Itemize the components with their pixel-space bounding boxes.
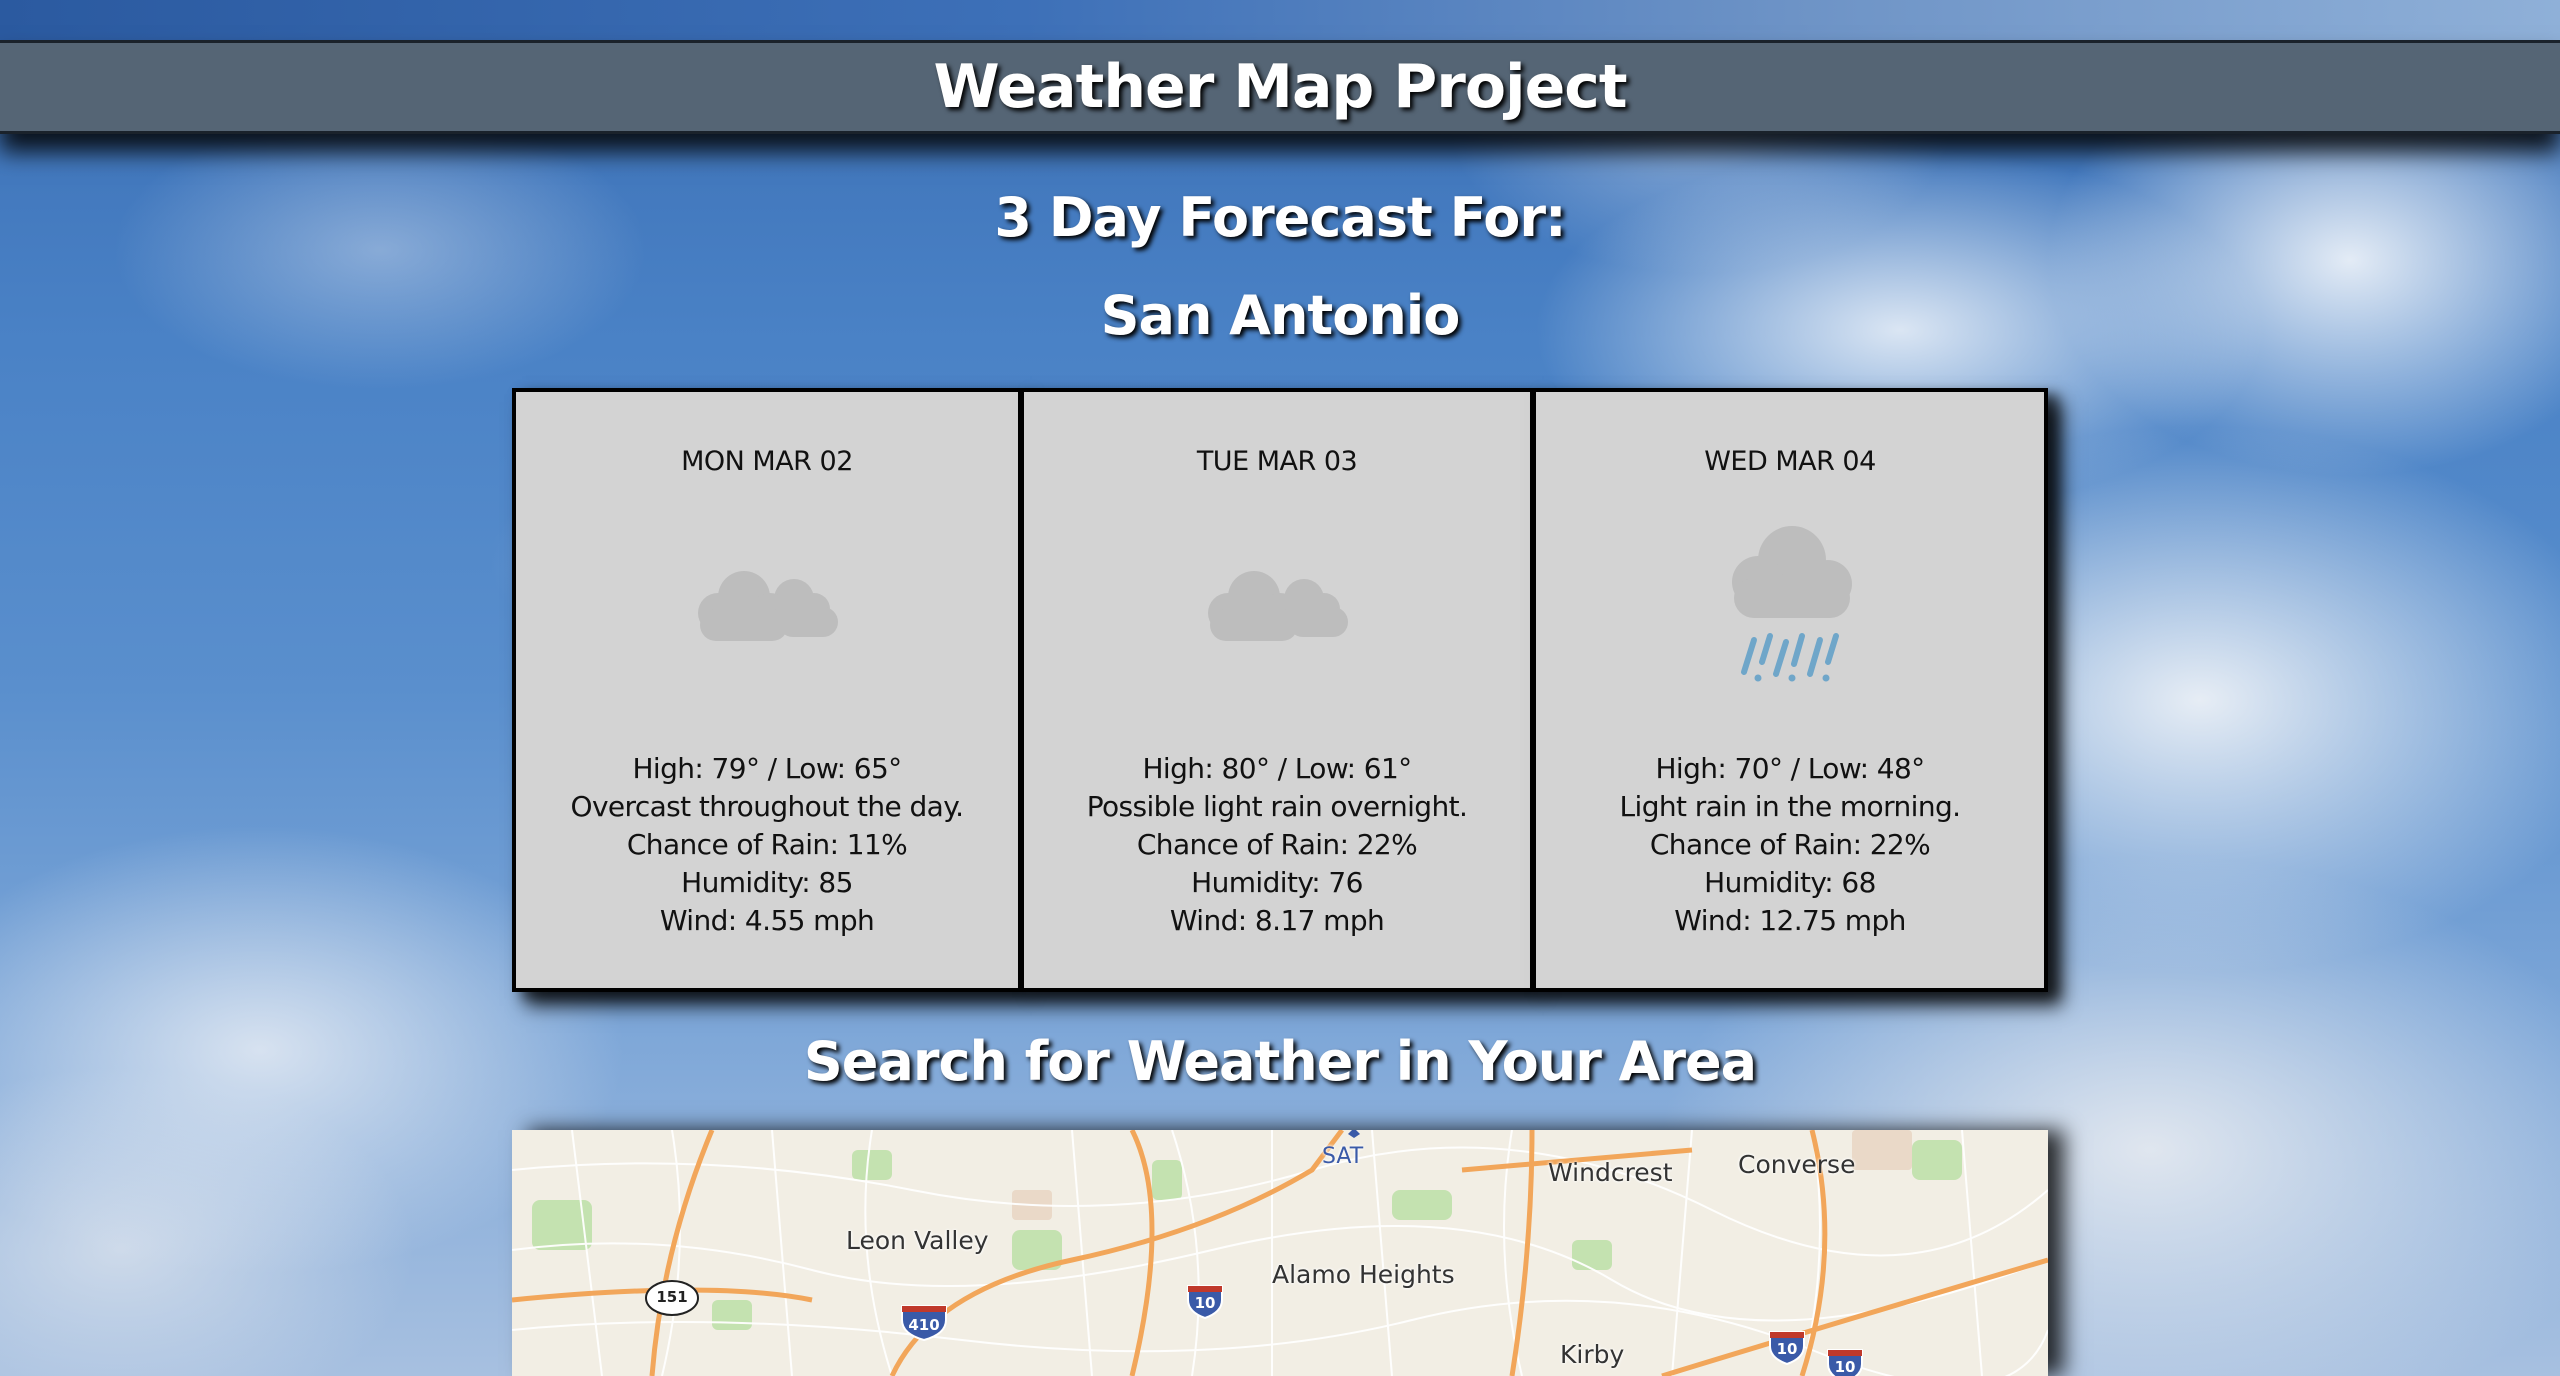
forecast-temps: High: 79° / Low: 65° [632, 752, 902, 785]
map-label-leon-valley: Leon Valley [846, 1226, 989, 1255]
weather-search-map[interactable]: SAT Windcrest Converse Leon Valley Alamo… [512, 1130, 2048, 1376]
forecast-wind: Wind: 8.17 mph [1169, 904, 1385, 937]
forecast-city: San Antonio [1100, 284, 1461, 347]
forecast-humidity: Humidity: 76 [1191, 866, 1363, 899]
interstate-shield-10: 10 [1194, 1294, 1216, 1312]
forecast-wind: Wind: 4.55 mph [659, 904, 875, 937]
site-header: Weather Map Project [0, 40, 2560, 134]
partly-cloudy-icon [516, 512, 1018, 692]
forecast-wind: Wind: 12.75 mph [1674, 904, 1906, 937]
map-label-sat: SAT [1322, 1144, 1364, 1169]
rain-cloud-icon [1536, 512, 2044, 692]
forecast-humidity: Humidity: 85 [681, 866, 853, 899]
forecast-summary: Possible light rain overnight. [1086, 790, 1468, 823]
forecast-rain-chance: Chance of Rain: 22% [1136, 828, 1418, 861]
forecast-rain-chance: Chance of Rain: 11% [626, 828, 908, 861]
site-title: Weather Map Project [933, 52, 1627, 122]
forecast-temps: High: 80° / Low: 61° [1142, 752, 1412, 785]
forecast-rain-chance: Chance of Rain: 22% [1649, 828, 1931, 861]
interstate-shield-10: 10 [1834, 1358, 1856, 1376]
map-label-alamo-heights: Alamo Heights [1272, 1260, 1455, 1289]
sky-background-strip [0, 0, 2560, 40]
forecast-heading: 3 Day Forecast For: [994, 186, 1566, 249]
forecast-humidity: Humidity: 68 [1704, 866, 1876, 899]
forecast-details: High: 70° / Low: 48° Light rain in the m… [1536, 750, 2044, 940]
search-heading: Search for Weather in Your Area [803, 1030, 1757, 1093]
map-label-converse: Converse [1738, 1150, 1856, 1179]
interstate-shield-410: 410 [908, 1316, 940, 1334]
forecast-details: High: 80° / Low: 61° Possible light rain… [1024, 750, 1530, 940]
forecast-cards: MON MAR 02 High: 79° / Low: 65° Overcast… [512, 388, 2048, 992]
map-label-kirby: Kirby [1560, 1340, 1625, 1369]
forecast-card-day-2: TUE MAR 03 High: 80° / Low: 61° Possible… [1020, 388, 1534, 992]
forecast-date: WED MAR 04 [1704, 446, 1876, 477]
forecast-summary: Light rain in the morning. [1619, 790, 1962, 823]
forecast-temps: High: 70° / Low: 48° [1655, 752, 1925, 785]
forecast-date: MON MAR 02 [681, 446, 853, 477]
highway-shield-151: 151 [656, 1288, 688, 1306]
forecast-details: High: 79° / Low: 65° Overcast throughout… [516, 750, 1018, 940]
forecast-card-day-1: MON MAR 02 High: 79° / Low: 65° Overcast… [512, 388, 1022, 992]
forecast-card-day-3: WED MAR 04 High: 70° / Low: 48° Light ra… [1532, 388, 2048, 992]
partly-cloudy-icon [1024, 512, 1530, 692]
interstate-shield-10: 10 [1776, 1340, 1798, 1358]
forecast-summary: Overcast throughout the day. [570, 790, 965, 823]
map-label-windcrest: Windcrest [1548, 1158, 1673, 1187]
forecast-date: TUE MAR 03 [1196, 446, 1358, 477]
